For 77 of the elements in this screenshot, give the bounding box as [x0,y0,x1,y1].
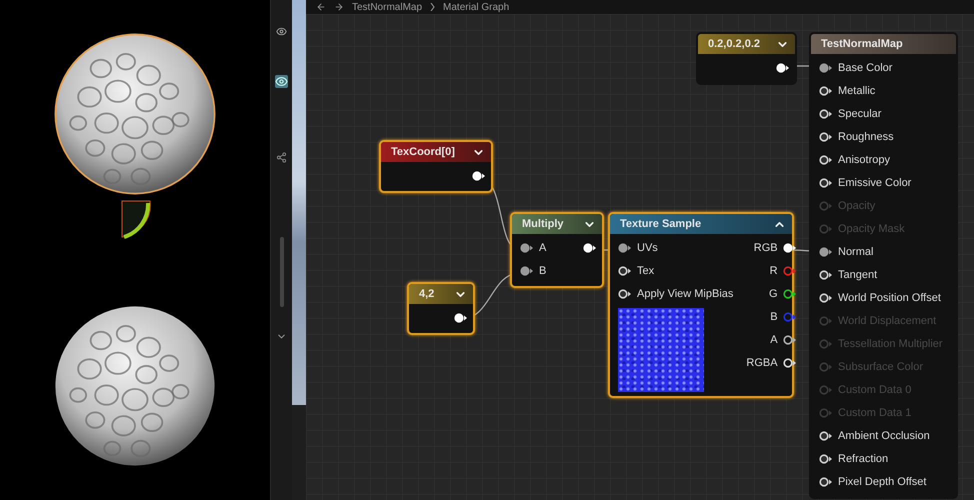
output-pin[interactable] [776,62,790,72]
forward-icon[interactable] [334,2,344,12]
pin-label: Metallic [838,84,876,96]
node-title: Texture Sample [620,218,702,230]
input-pin[interactable] [618,288,632,298]
pin-label: Custom Data 1 [838,406,912,418]
input-pin[interactable] [520,266,534,276]
output-pin[interactable] [472,170,486,180]
pin-label: Roughness [838,130,894,142]
node-title: TexCoord[0] [391,146,455,158]
pin-label: Ambient Occlusion [838,430,930,442]
pin-label: Subsurface Color [838,360,923,372]
pin-label: Pixel Depth Offset [838,476,926,488]
input-pin[interactable] [819,454,833,464]
graph-node[interactable]: Multiply A B [510,212,604,288]
input-pin[interactable] [819,246,833,256]
back-icon[interactable] [316,2,326,12]
input-pin[interactable] [520,242,534,252]
input-pin[interactable] [618,242,632,252]
pin-label: UVs [637,242,658,254]
graph-node[interactable]: Texture Sample UVs Tex Apply View MipBias RGB R G B A RGBA [608,212,794,398]
graph-node[interactable]: 4,2 [407,282,475,335]
output-pin[interactable] [782,288,797,298]
input-pin[interactable] [618,266,632,276]
pin-label: RGB [754,242,778,254]
graph-node[interactable]: 0.2,0.2,0.2 [696,32,797,85]
pin-label: Base Color [838,62,892,74]
node-title: Multiply [522,218,564,230]
input-pin[interactable] [819,86,833,96]
pin-label: World Position Offset [838,292,941,304]
pin-label: B [539,264,546,276]
input-pin[interactable] [819,476,833,486]
eye-icon[interactable] [275,75,288,88]
pin-label: Refraction [838,452,888,464]
separator-icon [430,3,436,11]
input-pin[interactable] [819,430,833,440]
pin-label: R [770,264,778,276]
pin-label: Emissive Color [838,176,912,188]
pin-label: A [539,242,546,254]
pin-label: World Displacement [838,314,936,326]
eye-icon[interactable] [276,26,287,37]
pin-label: Specular [838,108,882,120]
input-pin[interactable] [819,292,833,302]
output-pin[interactable] [782,266,797,276]
input-pin[interactable] [819,108,833,118]
output-pin[interactable] [454,312,468,322]
node-title: TestNormalMap [821,38,903,50]
input-pin[interactable] [819,270,833,280]
node-title: 4,2 [419,288,434,300]
output-pin[interactable] [782,242,797,252]
graph-node[interactable]: TexCoord[0] [379,140,493,193]
pin-label: Tangent [838,268,878,280]
output-pin[interactable] [782,312,797,322]
input-pin[interactable] [819,62,833,72]
scrollbar-icon[interactable] [280,237,284,307]
pin-label: Opacity [838,200,876,212]
input-pin[interactable] [819,178,833,188]
pin-label: G [769,288,778,300]
pin-label: Opacity Mask [838,222,905,234]
pin-label: Tessellation Multiplier [838,338,943,350]
input-pin[interactable] [819,132,833,142]
pin-label: Apply View MipBias [637,288,734,300]
graph-node[interactable] [809,32,958,499]
node-title: 0.2,0.2,0.2 [708,38,760,50]
pin-label: Anisotropy [838,154,890,166]
pin-label: RGBA [746,356,778,368]
output-pin[interactable] [782,358,797,368]
input-pin[interactable] [819,154,833,164]
pin-label: B [770,310,778,322]
breadcrumb-item[interactable]: Material Graph [443,2,510,12]
pin-label: Normal [838,246,874,258]
breadcrumb-item[interactable]: TestNormalMap [352,2,422,12]
output-pin[interactable] [583,242,597,252]
pin-label: A [770,334,778,346]
output-pin[interactable] [782,334,797,344]
pin-label: Custom Data 0 [838,384,912,396]
pin-label: Tex [637,264,654,276]
